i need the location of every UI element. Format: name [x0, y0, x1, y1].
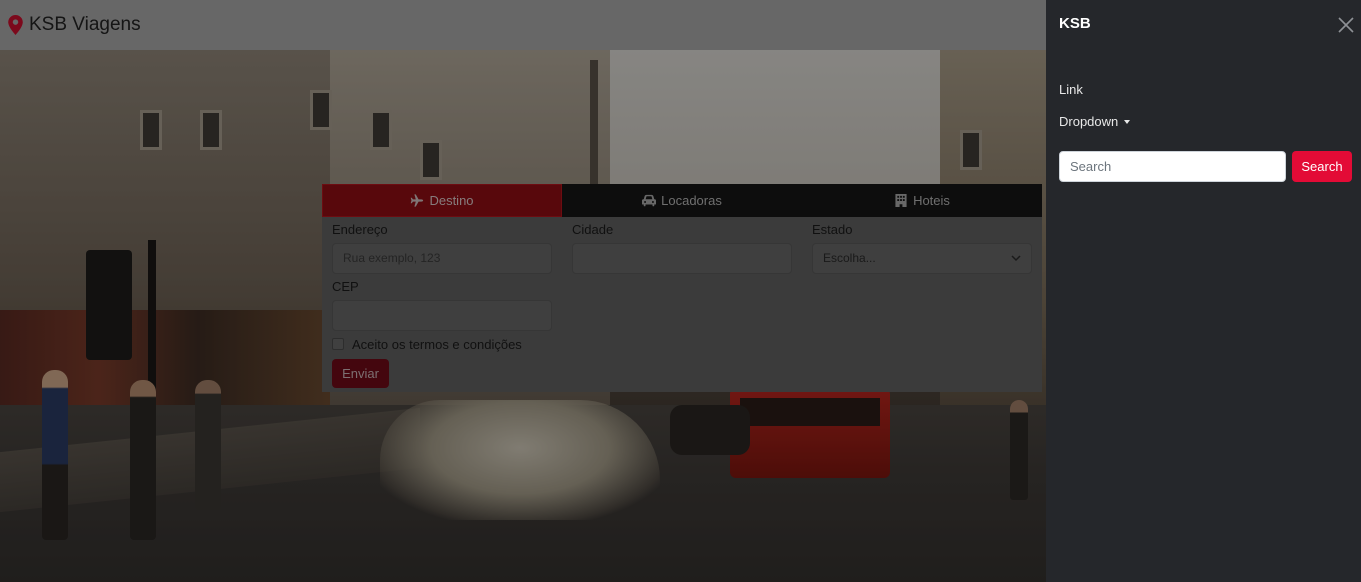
- close-icon[interactable]: [1338, 17, 1354, 33]
- offcanvas-title: KSB: [1059, 15, 1091, 32]
- caret-down-icon: [1124, 119, 1131, 124]
- search-button[interactable]: Search: [1292, 151, 1352, 182]
- search-input[interactable]: Search: [1059, 151, 1286, 182]
- offcanvas-panel: KSB Link Dropdown Search Search: [1046, 0, 1361, 582]
- offcanvas-backdrop[interactable]: [0, 0, 1046, 582]
- nav-link[interactable]: Link: [1059, 82, 1083, 97]
- dropdown-label: Dropdown: [1059, 114, 1119, 129]
- nav-dropdown-toggle[interactable]: Dropdown: [1059, 114, 1131, 129]
